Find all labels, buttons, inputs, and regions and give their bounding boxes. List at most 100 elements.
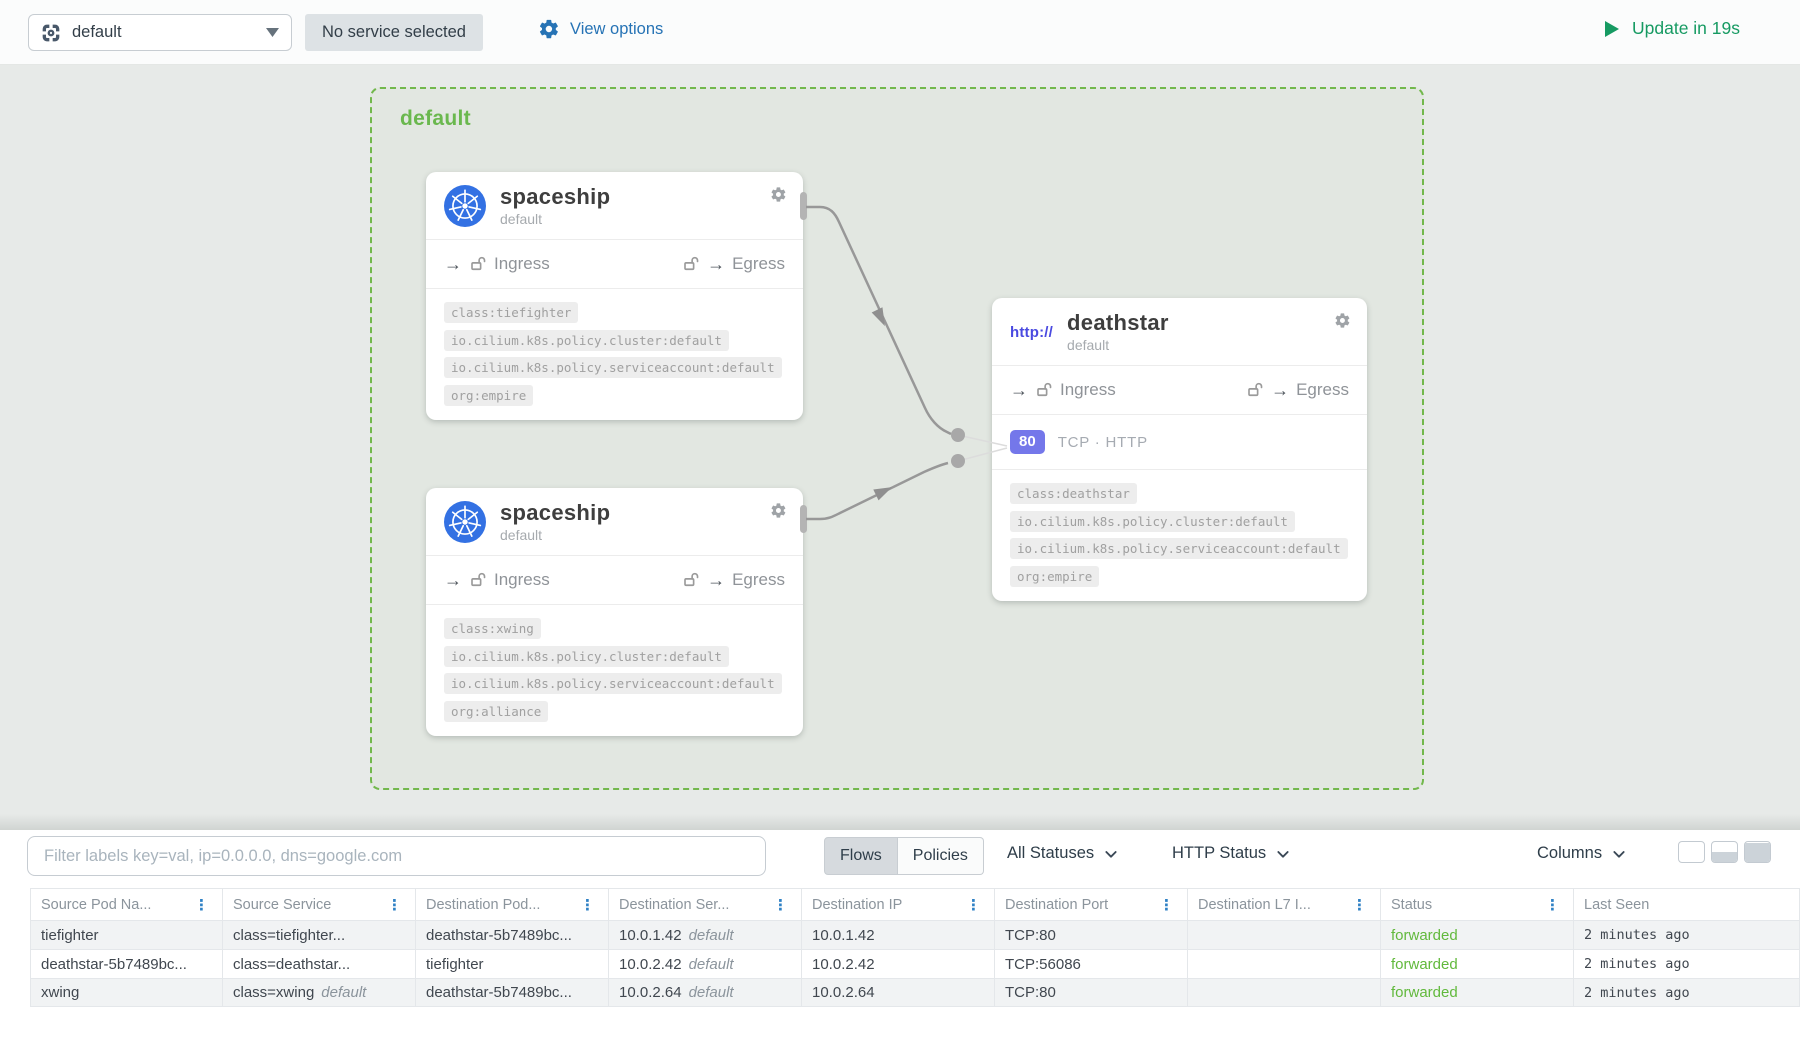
column-menu-icon[interactable]: ⋮: [770, 896, 791, 914]
ingress-policy[interactable]: → Ingress: [444, 252, 550, 276]
column-header-source-pod[interactable]: Source Pod Na...⋮: [30, 889, 223, 920]
columns-dropdown[interactable]: Columns: [1537, 844, 1627, 863]
card-header: spaceship default: [426, 172, 803, 239]
column-menu-icon[interactable]: ⋮: [963, 896, 984, 914]
http-protocol-icon: http://: [1010, 324, 1053, 341]
column-menu-icon[interactable]: ⋮: [1542, 896, 1563, 914]
cell-dest-service: 10.0.2.64default: [609, 979, 802, 1006]
label-chip: io.cilium.k8s.policy.cluster:default: [1010, 511, 1295, 532]
cell-dest-pod: deathstar-5b7489bc...: [416, 921, 609, 949]
panel-tabs: Flows Policies: [824, 837, 984, 875]
column-header-source-service[interactable]: Source Service⋮: [223, 889, 416, 920]
cell-dest-pod: tiefighter: [416, 950, 609, 978]
panel-size-small-button[interactable]: [1678, 841, 1705, 863]
chevron-down-icon: [1103, 846, 1119, 862]
http-status-dropdown[interactable]: HTTP Status: [1172, 844, 1291, 863]
column-menu-icon[interactable]: ⋮: [1349, 896, 1370, 914]
column-header-dest-service[interactable]: Destination Ser...⋮: [609, 889, 802, 920]
cell-source-service: class=xwingdefault: [223, 979, 416, 1006]
cell-dest-l7: [1188, 921, 1381, 949]
view-options-label: View options: [570, 20, 663, 39]
status-filter-value: All Statuses: [1007, 844, 1094, 863]
connection-port: [800, 505, 807, 533]
cell-source-pod: xwing: [30, 979, 223, 1006]
service-title: deathstar: [1067, 311, 1169, 335]
top-bar: default No service selected View options…: [0, 0, 1800, 65]
arrow-right-icon: →: [444, 571, 462, 589]
columns-dropdown-label: Columns: [1537, 844, 1602, 863]
cell-dest-l7: [1188, 979, 1381, 1006]
tab-policies[interactable]: Policies: [898, 837, 984, 875]
policy-row: → Ingress → Egress: [426, 239, 803, 289]
label-chip: org:alliance: [444, 701, 548, 722]
unlock-icon: [469, 571, 487, 589]
port-protocol: TCP · HTTP: [1058, 434, 1148, 451]
port-badge: 80: [1010, 430, 1045, 454]
column-menu-icon[interactable]: ⋮: [384, 896, 405, 914]
column-menu-icon[interactable]: ⋮: [1156, 896, 1177, 914]
cell-dest-port: TCP:80: [995, 979, 1188, 1006]
egress-policy[interactable]: → Egress: [682, 568, 785, 592]
play-icon: [1605, 21, 1619, 37]
service-card-deathstar[interactable]: http:// deathstar default → Ingress: [992, 298, 1367, 601]
service-namespace: default: [1067, 337, 1169, 353]
view-options-button[interactable]: View options: [538, 18, 663, 40]
label-chip: class:xwing: [444, 618, 541, 639]
tab-flows[interactable]: Flows: [824, 837, 898, 875]
column-header-dest-l7[interactable]: Destination L7 I...⋮: [1188, 889, 1381, 920]
flow-filter-input[interactable]: [27, 836, 766, 876]
cell-dest-ip: 10.0.2.64: [802, 979, 995, 1006]
cell-dest-service: 10.0.2.42default: [609, 950, 802, 978]
status-filter-dropdown[interactable]: All Statuses: [1007, 844, 1119, 863]
column-header-dest-ip[interactable]: Destination IP⋮: [802, 889, 995, 920]
namespace-label: default: [400, 107, 471, 131]
panel-size-large-button[interactable]: [1744, 841, 1771, 863]
labels-section: class:xwing io.cilium.k8s.policy.cluster…: [426, 605, 803, 736]
label-chip: io.cilium.k8s.policy.serviceaccount:defa…: [1010, 538, 1348, 559]
cell-source-service: class=deathstar...: [223, 950, 416, 978]
service-card-spaceship-xwing[interactable]: spaceship default → Ingress: [426, 488, 803, 736]
chevron-down-icon: [1611, 846, 1627, 862]
panel-size-toggles: [1678, 841, 1771, 863]
unlock-icon: [1246, 381, 1264, 399]
flow-row[interactable]: deathstar-5b7489bc... class=deathstar...…: [30, 949, 1800, 978]
column-header-status[interactable]: Status⋮: [1381, 889, 1574, 920]
cell-dest-port: TCP:80: [995, 921, 1188, 949]
cell-last-seen: 2 minutes ago: [1574, 979, 1800, 1006]
http-status-value: HTTP Status: [1172, 844, 1266, 863]
cell-dest-ip: 10.0.1.42: [802, 921, 995, 949]
namespace-select[interactable]: default: [28, 14, 292, 51]
column-menu-icon[interactable]: ⋮: [577, 896, 598, 914]
panel-size-medium-button[interactable]: [1711, 841, 1738, 863]
card-header: spaceship default: [426, 488, 803, 555]
labels-section: class:tiefighter io.cilium.k8s.policy.cl…: [426, 289, 803, 420]
port-row[interactable]: 80 TCP · HTTP: [992, 415, 1367, 470]
gear-icon[interactable]: [1334, 312, 1351, 329]
flow-row[interactable]: xwing class=xwingdefault deathstar-5b748…: [30, 978, 1800, 1007]
flows-panel: Flows Policies All Statuses HTTP Status …: [0, 830, 1800, 1054]
gear-icon[interactable]: [770, 186, 787, 203]
label-chip: class:deathstar: [1010, 483, 1137, 504]
flow-row[interactable]: tiefighter class=tiefighter... deathstar…: [30, 920, 1800, 949]
ingress-policy[interactable]: → Ingress: [1010, 378, 1116, 402]
service-namespace: default: [500, 211, 610, 227]
gear-icon[interactable]: [770, 502, 787, 519]
update-status[interactable]: Update in 19s: [1605, 18, 1740, 39]
ingress-policy[interactable]: → Ingress: [444, 568, 550, 592]
label-chip: class:tiefighter: [444, 302, 578, 323]
namespace-select-value: default: [72, 23, 266, 42]
service-map: default: [0, 65, 1800, 830]
egress-policy[interactable]: → Egress: [1246, 378, 1349, 402]
column-header-dest-pod[interactable]: Destination Pod...⋮: [416, 889, 609, 920]
arrow-right-icon: →: [1010, 381, 1028, 399]
egress-label: Egress: [732, 252, 785, 276]
cell-dest-ip: 10.0.2.42: [802, 950, 995, 978]
egress-policy[interactable]: → Egress: [682, 252, 785, 276]
column-header-last-seen[interactable]: Last Seen: [1574, 889, 1800, 920]
cell-dest-service: 10.0.1.42default: [609, 921, 802, 949]
update-status-label: Update in 19s: [1632, 18, 1740, 39]
column-header-dest-port[interactable]: Destination Port⋮: [995, 889, 1188, 920]
cell-dest-l7: [1188, 950, 1381, 978]
column-menu-icon[interactable]: ⋮: [191, 896, 212, 914]
service-card-spaceship-tiefighter[interactable]: spaceship default → Ingress: [426, 172, 803, 420]
